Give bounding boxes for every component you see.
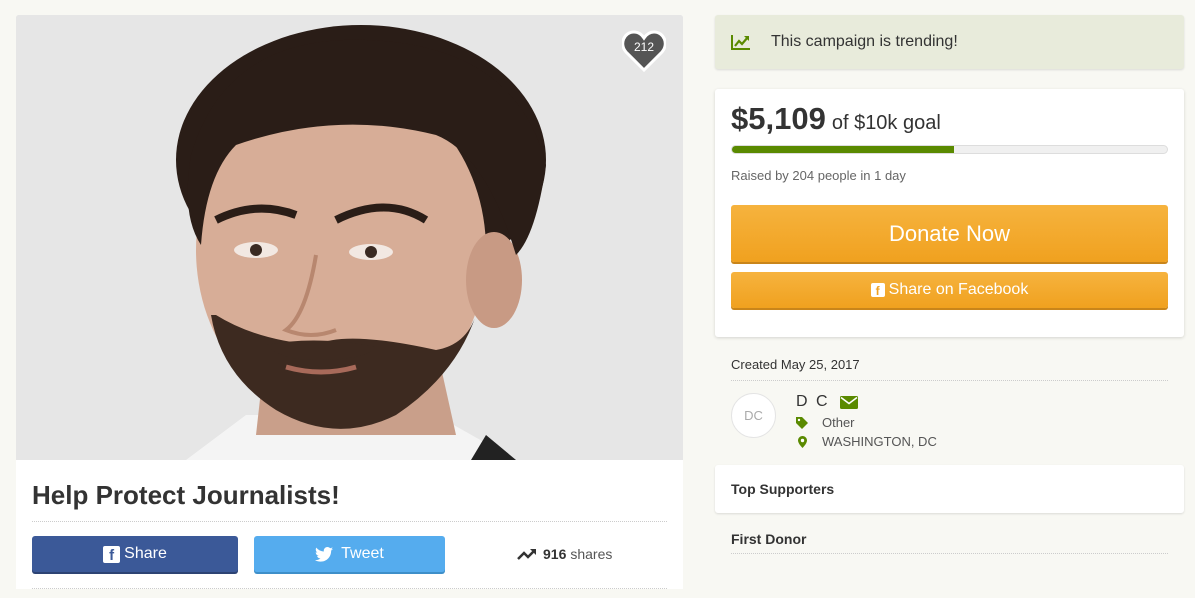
share-on-facebook-button[interactable]: f Share on Facebook bbox=[731, 272, 1168, 308]
share-count-label: shares bbox=[570, 546, 613, 562]
trending-text: This campaign is trending! bbox=[771, 33, 958, 50]
facebook-icon: f bbox=[870, 283, 885, 298]
tweet-label: Tweet bbox=[341, 545, 384, 562]
organizer-location: WASHINGTON, DC bbox=[796, 434, 937, 449]
raised-text: Raised by 204 people in 1 day bbox=[731, 168, 906, 183]
created-date: Created May 25, 2017 bbox=[731, 357, 1168, 381]
twitter-icon bbox=[315, 546, 334, 562]
campaign-card: Help Protect Journalists! f Share Tweet … bbox=[16, 460, 683, 589]
trend-chart-icon bbox=[731, 35, 750, 50]
organizer-section: Created May 25, 2017 DC D C Other WASHIN… bbox=[715, 357, 1184, 449]
donate-now-button[interactable]: Donate Now bbox=[731, 205, 1168, 262]
tweet-button[interactable]: Tweet bbox=[254, 536, 445, 572]
facebook-icon: f bbox=[103, 545, 121, 564]
facebook-share-label: Share bbox=[124, 545, 167, 562]
share-on-facebook-label: Share on Facebook bbox=[888, 281, 1029, 298]
campaign-title: Help Protect Journalists! bbox=[32, 460, 667, 522]
goal-card: $5,109 of $10k goal Raised by 204 people… bbox=[715, 89, 1184, 337]
progress-fill bbox=[732, 146, 954, 153]
location-text: WASHINGTON, DC bbox=[822, 434, 937, 449]
campaign-photo: 212 bbox=[16, 15, 683, 460]
organizer-category: Other bbox=[796, 415, 937, 430]
facebook-share-button[interactable]: f Share bbox=[32, 536, 238, 572]
portrait-image bbox=[16, 15, 683, 460]
avatar[interactable]: DC bbox=[731, 393, 776, 438]
favorite-heart[interactable]: 212 bbox=[622, 30, 666, 72]
donation-sidebar: This campaign is trending! $5,109 of $10… bbox=[715, 15, 1184, 554]
progress-bar bbox=[731, 145, 1168, 154]
organizer-name[interactable]: D C bbox=[796, 393, 830, 411]
tag-icon bbox=[796, 416, 808, 429]
map-pin-icon bbox=[796, 435, 808, 448]
organizer: DC D C Other WASHINGTON, DC bbox=[731, 381, 1168, 449]
goal-summary: $5,109 of $10k goal bbox=[731, 101, 1168, 137]
first-donor-heading: First Donor bbox=[731, 531, 1168, 554]
raised-amount: $5,109 bbox=[731, 101, 826, 136]
first-donor-section: First Donor bbox=[715, 531, 1184, 554]
goal-text: of $10k goal bbox=[831, 112, 941, 134]
top-supporters-tab[interactable]: Top Supporters bbox=[715, 465, 1184, 513]
share-row: f Share Tweet 916 shares bbox=[32, 522, 667, 589]
share-count: 916 shares bbox=[517, 546, 612, 562]
share-count-number: 916 bbox=[543, 546, 567, 562]
campaign-column: 212 Help Protect Journalists! f Share Tw… bbox=[16, 15, 683, 589]
trending-arrow-icon bbox=[517, 549, 536, 560]
organizer-name-row: D C bbox=[796, 393, 937, 411]
organizer-info: D C Other WASHINGTON, DC bbox=[796, 393, 937, 449]
trending-banner: This campaign is trending! bbox=[715, 15, 1184, 69]
envelope-icon[interactable] bbox=[839, 395, 858, 409]
category-text: Other bbox=[822, 415, 855, 430]
heart-count: 212 bbox=[633, 40, 655, 54]
